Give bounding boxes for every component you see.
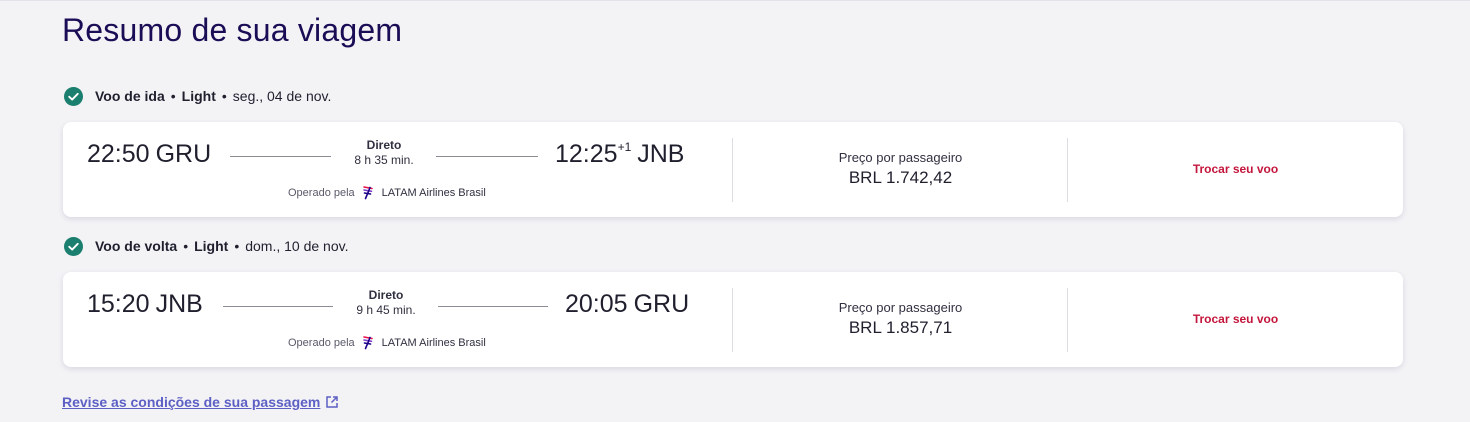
airline-name: LATAM Airlines Brasil: [381, 187, 486, 199]
price-value: BRL 1.857,71: [848, 318, 953, 337]
airline-name: LATAM Airlines Brasil: [381, 337, 486, 349]
separator-dot: •: [183, 238, 189, 254]
flight-date: seg., 04 de nov.: [232, 88, 332, 104]
top-divider: [0, 0, 1470, 1]
operated-by: Operado pela LATAM Airlines Brasil: [288, 186, 486, 200]
departure-airport: JNB: [155, 290, 203, 318]
arrival: 12:25+1 JNB: [555, 140, 684, 169]
separator-dot: •: [221, 88, 227, 104]
price-block: Preço por passageiro BRL 1.742,42: [733, 150, 1068, 188]
inbound-header: Voo de volta • Light • dom., 10 de nov.: [64, 236, 348, 256]
conditions-link-label: Revise as condições de sua passagem: [62, 394, 321, 410]
arrival-time: 12:25: [555, 140, 618, 168]
arrival-time: 20:05: [565, 290, 628, 318]
latam-logo-icon: [362, 186, 373, 200]
change-flight-button[interactable]: Trocar seu voo: [1068, 312, 1403, 326]
separator-dot: •: [234, 238, 240, 254]
day-offset: +1: [617, 139, 632, 154]
route-line: [230, 156, 331, 157]
change-flight-button[interactable]: Trocar seu voo: [1068, 162, 1403, 176]
operated-by: Operado pela LATAM Airlines Brasil: [288, 336, 486, 350]
external-link-icon: [326, 396, 339, 408]
duration: 8 h 35 min.: [354, 153, 414, 167]
flight-duration-block: Direto 8 h 35 min.: [329, 138, 439, 167]
flight-date: dom., 10 de nov.: [245, 238, 349, 254]
duration: 9 h 45 min.: [356, 303, 416, 317]
fare-family: Light: [181, 88, 216, 104]
route-line: [438, 306, 548, 307]
price-label: Preço por passageiro: [838, 150, 963, 165]
flight-duration-block: Direto 9 h 45 min.: [331, 288, 441, 317]
check-circle-icon: [64, 86, 83, 106]
leg-label: Voo de volta: [95, 238, 178, 254]
operated-label: Operado pela: [288, 187, 355, 199]
outbound-header: Voo de ida • Light • seg., 04 de nov.: [64, 86, 331, 106]
outbound-flight-card: 22:50 GRU Direto 8 h 35 min. 12:25+1 JNB O…: [63, 122, 1403, 217]
arrival-airport: JNB: [637, 140, 685, 168]
check-circle-icon: [64, 236, 83, 256]
ticket-conditions-link[interactable]: Revise as condições de sua passagem: [62, 394, 339, 410]
operated-label: Operado pela: [288, 337, 355, 349]
price-value: BRL 1.742,42: [848, 168, 953, 187]
departure-time: 15:20: [87, 290, 150, 318]
departure-airport: GRU: [155, 140, 212, 168]
departure-time: 22:50: [87, 140, 150, 168]
price-block: Preço por passageiro BRL 1.857,71: [733, 300, 1068, 338]
route-line: [436, 156, 538, 157]
arrival: 20:05 GRU: [565, 290, 689, 319]
route-line: [223, 306, 333, 307]
departure: 15:20 JNB: [87, 290, 203, 319]
inbound-flight-card: 15:20 JNB Direto 9 h 45 min. 20:05 GRU Ope…: [63, 272, 1403, 367]
price-label: Preço por passageiro: [838, 300, 963, 315]
stops-label: Direto: [366, 138, 402, 152]
separator-dot: •: [170, 88, 176, 104]
latam-logo-icon: [362, 336, 373, 350]
fare-family: Light: [194, 238, 229, 254]
page-title: Resumo de sua viagem: [62, 12, 403, 48]
arrival-airport: GRU: [633, 290, 690, 318]
stops-label: Direto: [368, 288, 404, 302]
leg-label: Voo de ida: [95, 88, 165, 104]
departure: 22:50 GRU: [87, 140, 211, 169]
